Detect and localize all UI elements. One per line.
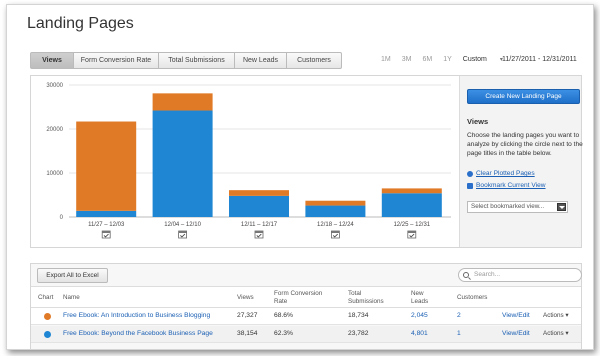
fcr-value: 68.6%	[274, 312, 293, 319]
chart-area: 0 10000 20000 30000 11/27 – 12/03 12/04 – 12/…	[31, 76, 459, 247]
plot-toggle-dot[interactable]	[44, 313, 51, 320]
table-row: Free Ebook: An Introduction to Business …	[31, 308, 581, 325]
header-new-leads[interactable]: New Leads	[411, 290, 435, 306]
search-box	[458, 268, 582, 282]
y-tick-label: 0	[60, 215, 64, 221]
header-chart: Chart	[38, 294, 54, 301]
header-form-conversion-rate[interactable]: Form Conversion Rate	[274, 290, 324, 306]
tab-views[interactable]: Views	[30, 52, 74, 69]
bar-segment-blue	[381, 193, 442, 217]
date-range[interactable]: 11/27/2011 - 12/31/2011	[502, 56, 577, 63]
search-icon	[463, 272, 469, 278]
customers-link[interactable]: 1	[457, 330, 461, 337]
views-bar-chart: 0 10000 20000 30000 11/27 – 12/03 12/04 – 12/…	[46, 83, 451, 239]
dropdown-arrow-icon	[557, 203, 566, 211]
new-leads-link[interactable]: 4,801	[411, 330, 428, 337]
calendar-icon-header	[178, 231, 187, 233]
views-value: 38,154	[237, 330, 258, 337]
page-title: Landing Pages	[27, 15, 134, 32]
page-name-link[interactable]: Free Ebook: Beyond the Facebook Business…	[63, 330, 213, 337]
range-3m[interactable]: 3M	[402, 56, 412, 63]
bar-segment-orange	[152, 93, 213, 111]
range-1m[interactable]: 1M	[381, 56, 391, 63]
customers-link[interactable]: 2	[457, 312, 461, 319]
landing-pages-window: Landing Pages Views Form Conversion Rate…	[6, 4, 594, 350]
landing-pages-table-panel: Export All to Excel Chart Name Views For…	[30, 263, 582, 349]
fcr-value: 62.3%	[274, 330, 293, 337]
view-edit-link[interactable]: View/Edit	[502, 330, 530, 337]
export-to-excel-button[interactable]: Export All to Excel	[37, 268, 108, 283]
range-6m[interactable]: 6M	[422, 56, 432, 63]
plot-toggle-dot[interactable]	[44, 331, 51, 338]
bar-segment-orange	[76, 121, 137, 211]
bookmarked-view-select[interactable]: Select bookmarked view...	[467, 201, 568, 213]
new-leads-link[interactable]: 2,045	[411, 312, 428, 319]
metric-tabs: Views Form Conversion Rate Total Submiss…	[30, 52, 342, 69]
clear-plotted-pages-label: Clear Plotted Pages	[476, 170, 535, 177]
search-input[interactable]	[474, 271, 574, 278]
bookmarked-view-select-value: Select bookmarked view...	[471, 203, 545, 210]
calendar-icon-header	[331, 231, 340, 233]
actions-dropdown[interactable]: Actions ▾	[543, 330, 569, 337]
calendar-icon-header	[407, 231, 416, 233]
y-tick-label: 30000	[46, 83, 63, 89]
header-customers[interactable]: Customers	[457, 294, 487, 302]
tab-customers[interactable]: Customers	[287, 52, 342, 69]
submissions-value: 18,734	[348, 312, 369, 319]
bookmark-icon	[467, 182, 473, 189]
range-1y[interactable]: 1Y	[443, 56, 452, 63]
chart-panel: 0 10000 20000 30000 11/27 – 12/03 12/04 – 12/…	[30, 75, 583, 248]
x-tick-label: 12/25 – 12/31	[393, 222, 430, 228]
views-value: 27,327	[237, 312, 258, 319]
view-edit-link[interactable]: View/Edit	[502, 312, 530, 319]
table-row: Free Ebook: Beyond the Facebook Business…	[31, 326, 581, 343]
bar-segment-blue	[76, 210, 137, 217]
range-custom-label: Custom	[462, 56, 487, 63]
bookmark-current-view-label: Bookmark Current View	[476, 182, 546, 189]
side-panel-description: Choose the landing pages you want to ana…	[467, 132, 583, 157]
bar-segment-blue	[229, 195, 289, 217]
create-landing-page-button[interactable]: Create New Landing Page	[467, 89, 580, 104]
tab-form-conversion-rate[interactable]: Form Conversion Rate	[74, 52, 159, 69]
x-tick-label: 12/11 – 12/17	[241, 222, 278, 228]
clear-icon	[467, 170, 473, 177]
bar-segment-orange	[305, 200, 366, 206]
bar-segment-orange	[229, 190, 289, 196]
x-tick-label: 12/04 – 12/10	[164, 222, 201, 228]
table-header: Chart Name Views Form Conversion Rate To…	[31, 286, 581, 308]
x-tick-label: 12/18 – 12/24	[317, 222, 354, 228]
y-tick-label: 20000	[46, 127, 63, 133]
calendar-icon-header	[102, 231, 111, 233]
header-name[interactable]: Name	[63, 294, 80, 302]
x-tick-label: 11/27 – 12/03	[88, 222, 125, 228]
side-panel-title: Views	[467, 117, 489, 126]
header-views[interactable]: Views	[237, 294, 254, 302]
bookmark-current-view-link[interactable]: Bookmark Current View	[467, 182, 546, 189]
tab-new-leads[interactable]: New Leads	[235, 52, 287, 69]
page-name-link[interactable]: Free Ebook: An Introduction to Business …	[63, 312, 210, 319]
actions-dropdown[interactable]: Actions ▾	[543, 312, 569, 319]
tab-total-submissions[interactable]: Total Submissions	[159, 52, 235, 69]
calendar-icon-header	[255, 231, 263, 233]
submissions-value: 23,782	[348, 330, 369, 337]
y-tick-label: 10000	[46, 171, 63, 177]
header-total-submissions[interactable]: Total Submissions	[348, 290, 390, 306]
chart-side-panel: Create New Landing Page Views Choose the…	[459, 76, 583, 247]
clear-plotted-pages-link[interactable]: Clear Plotted Pages	[467, 170, 535, 177]
bar-segment-blue	[152, 110, 213, 217]
bar-segment-blue	[305, 205, 366, 217]
bar-segment-orange	[381, 188, 442, 194]
